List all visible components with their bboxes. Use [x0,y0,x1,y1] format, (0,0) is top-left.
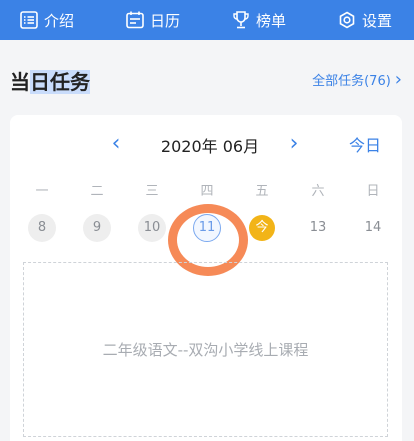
today-button[interactable]: 今日 [349,132,381,156]
calendar-icon [124,9,146,31]
nav-item-label: 榜单 [256,11,287,30]
weekday-label: 三 [145,184,159,199]
weekday-label: 二 [90,184,104,199]
gear-icon [336,9,358,31]
weekday-label: 日 [366,184,380,199]
calendar-day[interactable]: 10 [138,214,166,242]
weekday-label: 五 [255,184,269,199]
nav-item-label: 设置 [362,11,393,30]
all-tasks-label: 全部任务(76) [312,74,391,89]
title-highlight: 日任务 [30,70,90,94]
prev-month-button[interactable]: ‹ [106,131,126,156]
next-month-button[interactable]: › [284,131,304,156]
nav-item-label: 日历 [150,11,181,30]
nav-item-intro[interactable]: 介绍 [18,8,74,32]
calendar-day[interactable]: 9 [83,214,111,242]
all-tasks-link[interactable]: 全部任务(76) › [312,69,402,90]
trophy-icon [230,9,252,31]
task-item[interactable]: 二年级语文--双沟小学线上课程 [23,262,388,437]
nav-item-ranking[interactable]: 榜单 [230,8,286,32]
month-label: 2020年 06月 [160,137,260,156]
weekday-label: 四 [200,184,214,199]
calendar-day[interactable]: 13 [304,214,332,242]
top-nav: 介绍 日历 榜单 设置 [0,0,414,40]
weekday-label: 六 [311,184,325,199]
nav-item-calendar[interactable]: 日历 [124,8,180,32]
task-title: 二年级语文--双沟小学线上课程 [102,341,309,359]
calendar-day-today[interactable]: 今 [249,215,275,241]
list-icon [18,9,40,31]
calendar-day[interactable]: 14 [359,214,387,242]
calendar-day[interactable]: 8 [28,214,56,242]
nav-item-settings[interactable]: 设置 [336,8,392,32]
page-title: 当日任务 [10,66,90,95]
weekday-label: 一 [35,184,49,199]
title-prefix: 当 [10,70,30,94]
nav-item-label: 介绍 [44,11,75,30]
chevron-right-icon: › [394,69,402,90]
